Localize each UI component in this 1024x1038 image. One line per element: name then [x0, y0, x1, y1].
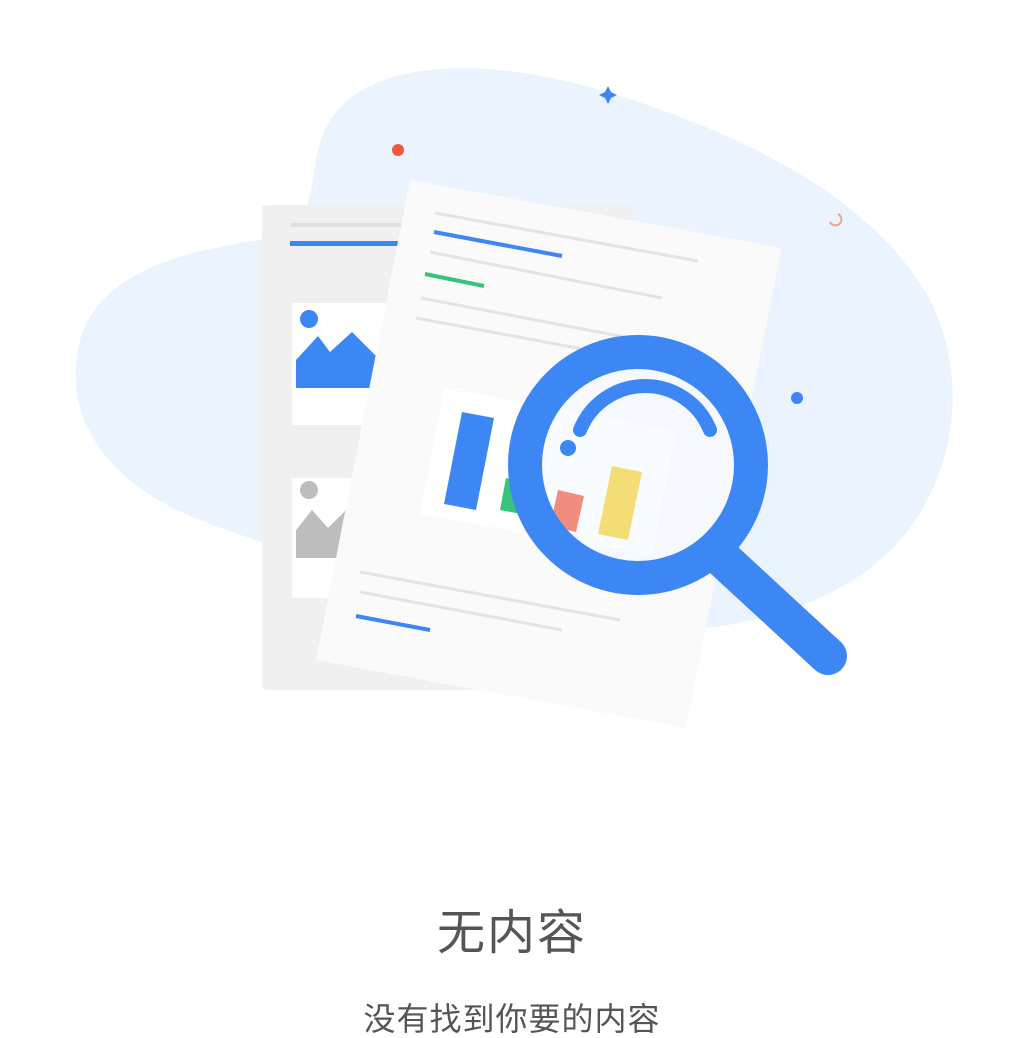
blue-dot — [791, 392, 803, 404]
document-search-illustration — [75, 68, 953, 728]
empty-state-subtitle: 没有找到你要的内容 — [363, 1000, 661, 1038]
red-dot — [392, 144, 404, 156]
empty-state-title: 无内容 — [436, 905, 587, 961]
empty-state-page: 无内容 没有找到你要的内容 — [0, 0, 1024, 1038]
